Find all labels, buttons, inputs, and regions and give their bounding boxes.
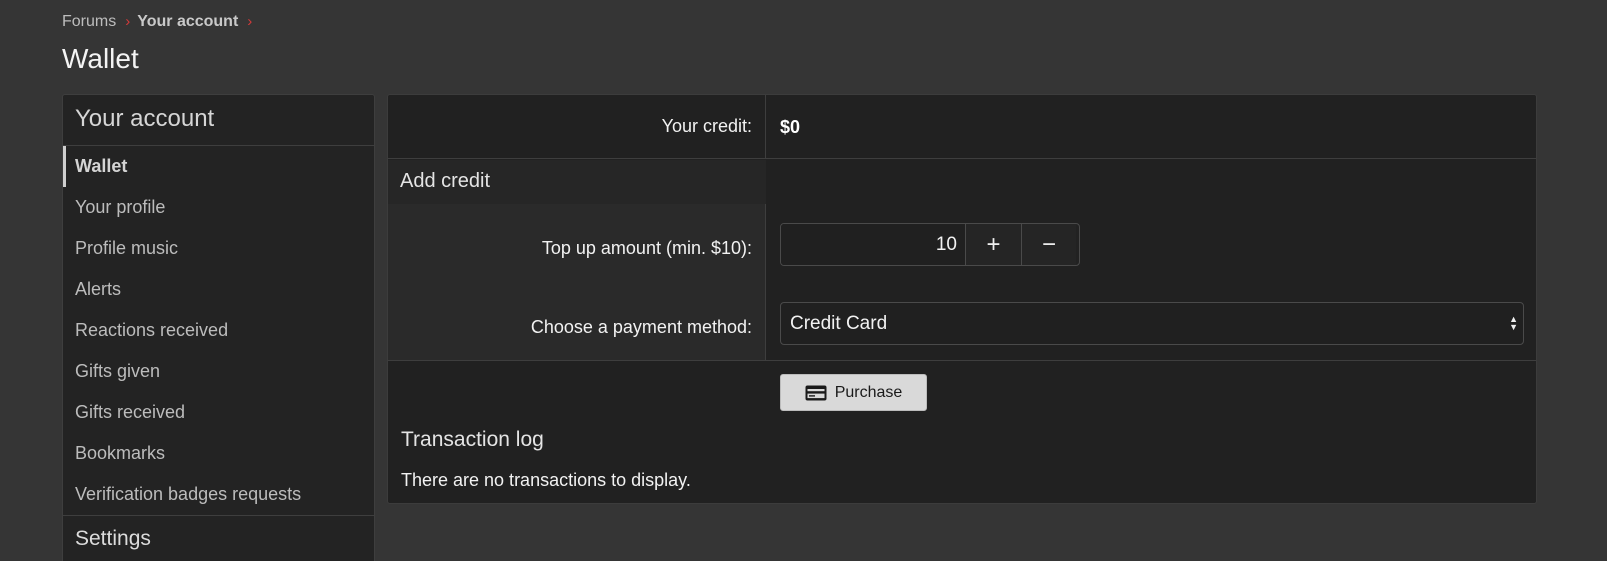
- sidebar-item-gifts-given[interactable]: Gifts given: [63, 351, 374, 392]
- increment-button[interactable]: +: [966, 224, 1021, 265]
- add-credit-form: Top up amount (min. $10): Choose a payme…: [388, 204, 1536, 361]
- topup-amount-label: Top up amount (min. $10):: [541, 238, 752, 258]
- sidebar-item-alerts[interactable]: Alerts: [63, 269, 374, 310]
- sidebar-item-your-profile[interactable]: Your profile: [63, 187, 374, 228]
- breadcrumb-forums-link[interactable]: Forums: [62, 12, 116, 32]
- sidebar-heading: Your account: [63, 95, 374, 146]
- sidebar-item-reactions-received[interactable]: Reactions received: [63, 310, 374, 351]
- sidebar-settings-heading: Settings: [63, 515, 374, 561]
- sidebar-item-wallet[interactable]: Wallet: [63, 146, 374, 187]
- payment-method-select[interactable]: Credit Card ▲ ▼: [780, 302, 1524, 345]
- select-arrows-icon: ▲ ▼: [1509, 314, 1518, 332]
- breadcrumb-your-account-link[interactable]: Your account: [137, 12, 238, 32]
- page: Forums › Your account › Wallet Your acco…: [0, 0, 1607, 561]
- topup-amount-stepper: + −: [780, 223, 1080, 266]
- add-credit-heading: Add credit: [388, 160, 766, 204]
- credit-row: Your credit: $0: [388, 95, 1536, 159]
- chevron-right-icon: ›: [125, 13, 131, 30]
- purchase-button[interactable]: Purchase: [780, 374, 927, 411]
- transaction-log-empty-message: There are no transactions to display.: [401, 470, 691, 490]
- sidebar-item-bookmarks[interactable]: Bookmarks: [63, 433, 374, 474]
- sidebar-item-gifts-received[interactable]: Gifts received: [63, 392, 374, 433]
- payment-method-label: Choose a payment method:: [530, 317, 752, 337]
- sidebar-item-profile-music[interactable]: Profile music: [63, 228, 374, 269]
- wallet-panel: Your credit: $0 Add credit Top up amount…: [387, 94, 1537, 504]
- chevron-right-icon: ›: [247, 13, 253, 30]
- account-sidebar: Your account Wallet Your profile Profile…: [62, 94, 375, 561]
- topup-amount-input[interactable]: [781, 224, 966, 265]
- payment-method-selected: Credit Card: [790, 312, 888, 334]
- purchase-button-label: Purchase: [834, 383, 903, 401]
- transaction-log-heading: Transaction log: [401, 428, 544, 451]
- sidebar-item-verification-badges-requests[interactable]: Verification badges requests: [63, 474, 374, 515]
- credit-value: $0: [780, 117, 801, 137]
- page-title: Wallet: [62, 43, 139, 74]
- credit-label: Your credit:: [388, 95, 766, 158]
- credit-card-icon: [805, 385, 827, 400]
- decrement-button[interactable]: −: [1021, 224, 1076, 265]
- breadcrumb: Forums › Your account ›: [62, 12, 259, 32]
- form-label-column: Top up amount (min. $10): Choose a payme…: [388, 204, 766, 360]
